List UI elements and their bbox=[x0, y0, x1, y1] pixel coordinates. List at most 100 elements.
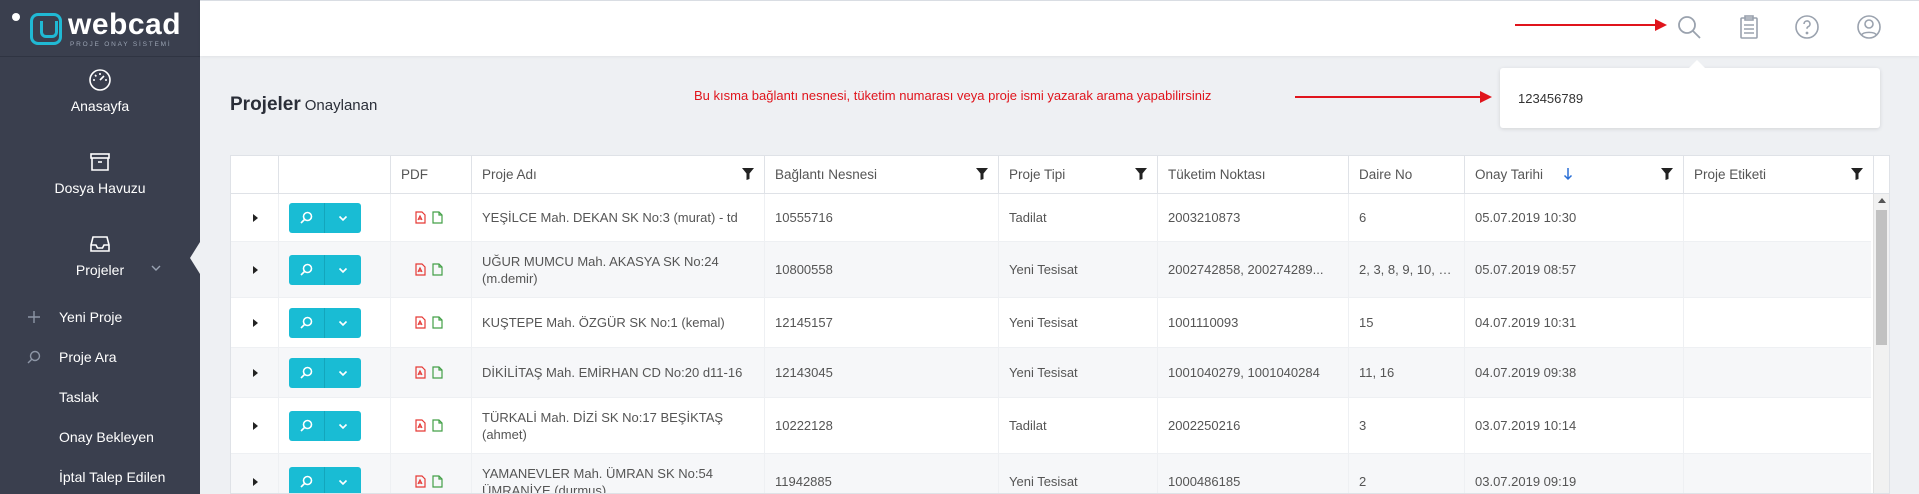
row-action-group bbox=[289, 466, 361, 493]
cell-onay-tarihi: 03.07.2019 09:19 bbox=[1465, 454, 1684, 493]
document-file-icon[interactable] bbox=[432, 419, 443, 432]
help-icon[interactable] bbox=[1794, 14, 1820, 40]
table-row[interactable]: UĞUR MUMCU Mah. AKASYA SK No:24 (m.demir… bbox=[231, 242, 1874, 298]
pdf-file-icon[interactable] bbox=[415, 366, 426, 379]
approval-date: 05.07.2019 10:30 bbox=[1475, 210, 1577, 225]
search-input[interactable]: 123456789 bbox=[1518, 91, 1583, 106]
consumption-point: 2002250216 bbox=[1168, 418, 1241, 433]
filter-icon[interactable] bbox=[1135, 168, 1147, 180]
header-tuketim-noktasi[interactable]: Tüketim Noktası bbox=[1158, 156, 1349, 194]
expand-arrow-icon[interactable] bbox=[253, 421, 258, 430]
sidebar-item-projeler[interactable]: Projeler bbox=[0, 232, 200, 292]
expand-arrow-icon[interactable] bbox=[253, 318, 258, 327]
annotation-text: Bu kısma bağlantı nesnesi, tüketim numar… bbox=[694, 88, 1212, 103]
view-button[interactable] bbox=[289, 410, 325, 441]
scrollbar-thumb[interactable] bbox=[1876, 210, 1887, 345]
header-proje-tipi[interactable]: Proje Tipi bbox=[999, 156, 1158, 194]
sidebar-item-label: Taslak bbox=[59, 389, 99, 405]
table-row[interactable]: YAMANEVLER Mah. ÜMRAN SK No:54 ÜMRANİYE … bbox=[231, 454, 1874, 493]
expand-arrow-icon[interactable] bbox=[253, 213, 258, 222]
cell-tuketim-noktasi: 1001110093 bbox=[1158, 298, 1349, 347]
sidebar-item-proje-ara[interactable]: Proje Ara bbox=[0, 340, 200, 380]
cell-baglanti-nesnesi: 12143045 bbox=[765, 348, 999, 397]
search-icon[interactable] bbox=[1676, 14, 1702, 40]
view-button[interactable] bbox=[289, 254, 325, 285]
header-pdf: PDF bbox=[391, 156, 472, 194]
sidebar-item-iptal-talep-edilen[interactable]: İptal Talep Edilen bbox=[0, 460, 200, 494]
expand-arrow-icon[interactable] bbox=[253, 477, 258, 486]
pdf-file-icon[interactable] bbox=[415, 316, 426, 329]
expand-cell[interactable] bbox=[231, 454, 279, 493]
table-row[interactable]: DİKİLİTAŞ Mah. EMİRHAN CD No:20 d11-16 1… bbox=[231, 348, 1874, 398]
more-actions-button[interactable] bbox=[325, 307, 361, 338]
document-file-icon[interactable] bbox=[432, 366, 443, 379]
vertical-scrollbar[interactable] bbox=[1873, 194, 1889, 493]
page-title-text: Projeler bbox=[230, 94, 301, 115]
expand-cell[interactable] bbox=[231, 194, 279, 241]
search-icon bbox=[300, 263, 313, 276]
actions-cell bbox=[279, 398, 391, 453]
sidebar-item-yeni-proje[interactable]: Yeni Proje bbox=[0, 300, 200, 340]
flat-number: 11, 16 bbox=[1359, 365, 1395, 380]
view-button[interactable] bbox=[289, 357, 325, 388]
pdf-file-icon[interactable] bbox=[415, 263, 426, 276]
table-row[interactable]: KUŞTEPE Mah. ÖZGÜR SK No:1 (kemal) 12145… bbox=[231, 298, 1874, 348]
cell-onay-tarihi: 04.07.2019 09:38 bbox=[1465, 348, 1684, 397]
filter-icon[interactable] bbox=[1661, 168, 1673, 180]
cell-proje-adi: YAMANEVLER Mah. ÜMRAN SK No:54 ÜMRANİYE … bbox=[472, 454, 765, 493]
more-actions-button[interactable] bbox=[325, 254, 361, 285]
view-button[interactable] bbox=[289, 307, 325, 338]
sidebar-item-anasayfa[interactable]: Anasayfa bbox=[0, 68, 200, 128]
more-actions-button[interactable] bbox=[325, 410, 361, 441]
expand-cell[interactable] bbox=[231, 242, 279, 297]
sidebar-item-dosya-havuzu[interactable]: Dosya Havuzu bbox=[0, 150, 200, 210]
scroll-up-icon[interactable] bbox=[1878, 198, 1886, 203]
expand-arrow-icon[interactable] bbox=[253, 265, 258, 274]
sidebar-item-onay-bekleyen[interactable]: Onay Bekleyen bbox=[0, 420, 200, 460]
expand-cell[interactable] bbox=[231, 398, 279, 453]
filter-icon[interactable] bbox=[742, 168, 754, 180]
header-proje-adi[interactable]: Proje Adı bbox=[472, 156, 765, 194]
expand-cell[interactable] bbox=[231, 298, 279, 347]
pdf-file-icon[interactable] bbox=[415, 475, 426, 488]
more-actions-button[interactable] bbox=[325, 357, 361, 388]
cell-proje-tipi: Yeni Tesisat bbox=[999, 242, 1158, 297]
header-daire-no[interactable]: Daire No bbox=[1349, 156, 1465, 194]
header-proje-etiketi[interactable]: Proje Etiketi bbox=[1684, 156, 1874, 194]
filter-icon[interactable] bbox=[976, 168, 988, 180]
document-file-icon[interactable] bbox=[432, 263, 443, 276]
table-header: PDF Proje Adı Bağlantı Nesnesi Proje Tip… bbox=[231, 156, 1889, 194]
sidebar-item-label: İptal Talep Edilen bbox=[59, 469, 166, 485]
sidebar-item-label: Proje Ara bbox=[59, 349, 117, 365]
cell-onay-tarihi: 05.07.2019 10:30 bbox=[1465, 194, 1684, 241]
header-onay-tarihi[interactable]: Onay Tarihi bbox=[1465, 156, 1684, 194]
expand-arrow-icon[interactable] bbox=[253, 368, 258, 377]
chevron-down-icon bbox=[338, 320, 348, 326]
pdf-cell bbox=[391, 242, 472, 297]
pdf-file-icon[interactable] bbox=[415, 211, 426, 224]
filter-icon[interactable] bbox=[1851, 168, 1863, 180]
more-actions-button[interactable] bbox=[325, 202, 361, 233]
document-file-icon[interactable] bbox=[432, 316, 443, 329]
cell-daire-no: 2 bbox=[1349, 454, 1465, 493]
sidebar-item-taslak[interactable]: Taslak bbox=[0, 380, 200, 420]
search-icon bbox=[27, 350, 41, 364]
expand-cell[interactable] bbox=[231, 348, 279, 397]
brand-logo[interactable]: webcad PROJE ONAY SİSTEMİ bbox=[30, 10, 190, 48]
table-row[interactable]: YEŞİLCE Mah. DEKAN SK No:3 (murat) - td … bbox=[231, 194, 1874, 242]
annotation-arrow bbox=[1295, 91, 1492, 103]
header-baglanti-nesnesi[interactable]: Bağlantı Nesnesi bbox=[765, 156, 999, 194]
cell-baglanti-nesnesi: 10222128 bbox=[765, 398, 999, 453]
table-row[interactable]: TÜRKALİ Mah. DİZİ SK No:17 BEŞİKTAŞ (ahm… bbox=[231, 398, 1874, 454]
chevron-down-icon bbox=[338, 370, 348, 376]
view-button[interactable] bbox=[289, 466, 325, 493]
clipboard-icon[interactable] bbox=[1736, 14, 1762, 40]
pdf-file-icon[interactable] bbox=[415, 419, 426, 432]
more-actions-button[interactable] bbox=[325, 466, 361, 493]
cell-onay-tarihi: 03.07.2019 10:14 bbox=[1465, 398, 1684, 453]
document-file-icon[interactable] bbox=[432, 475, 443, 488]
view-button[interactable] bbox=[289, 202, 325, 233]
chevron-down-icon[interactable] bbox=[150, 262, 162, 274]
user-icon[interactable] bbox=[1856, 14, 1882, 40]
document-file-icon[interactable] bbox=[432, 211, 443, 224]
